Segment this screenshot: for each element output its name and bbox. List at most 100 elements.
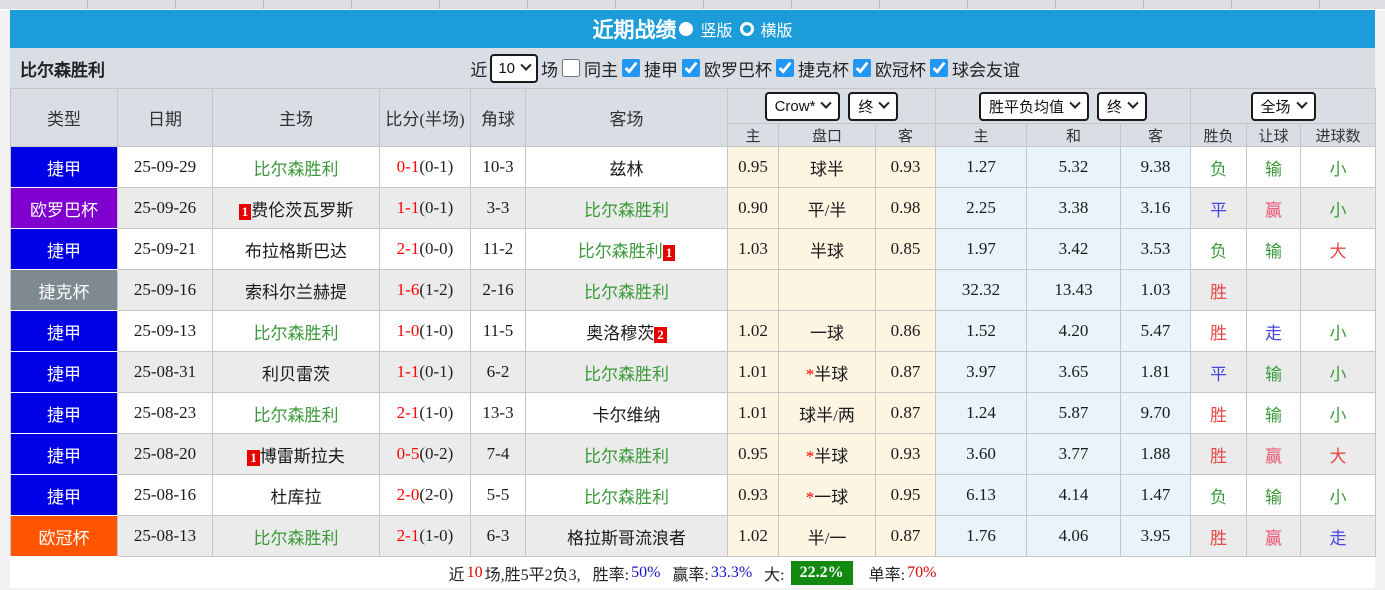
subheader-hcp-line: 盘口 (778, 123, 876, 147)
results-tbody: 捷甲 25-09-29 比尔森胜利 0-1(0-1) 10-3 兹林 0.95 … (10, 146, 1377, 557)
handicap-rate-label: 赢率: (672, 566, 709, 584)
league-type-badge[interactable]: 捷甲 (10, 228, 118, 270)
home-team-name[interactable]: 布拉格斯巴达 (245, 242, 347, 261)
league-type-badge[interactable]: 捷甲 (10, 310, 118, 352)
result-header-cell: 全场 (1189, 88, 1377, 124)
handicap-home-odds: 1.02 (727, 310, 779, 352)
home-team-cell: 布拉格斯巴达 (212, 228, 380, 270)
matches-label: 场 (541, 60, 558, 80)
league-label-champions: 欧冠杯 (875, 60, 926, 80)
handicap-rate-value: 33.3% (710, 563, 753, 581)
home-team-name[interactable]: 博雷斯拉夫 (260, 447, 345, 466)
result-wdl: 胜 (1190, 515, 1247, 557)
league-type-badge[interactable]: 欧罗巴杯 (10, 187, 118, 229)
handicap-away-odds: 0.86 (875, 310, 936, 352)
match-date: 25-08-20 (117, 433, 213, 475)
home-team-name[interactable]: 比尔森胜利 (254, 160, 339, 179)
result-goals: 小 (1299, 310, 1377, 352)
result-goals: 大 (1299, 228, 1377, 270)
home-team-name[interactable]: 利贝雷茨 (262, 365, 330, 384)
odds-home-win: 2.25 (935, 187, 1027, 229)
odds-draw: 4.14 (1026, 474, 1121, 516)
league-checkbox-friendly[interactable] (930, 59, 948, 77)
league-type-badge[interactable]: 捷甲 (10, 474, 118, 516)
league-type-badge[interactable]: 捷甲 (10, 392, 118, 434)
league-checkbox-czechcup[interactable] (776, 59, 794, 77)
col-header-home: 主场 (212, 88, 380, 147)
match-scope-value: 全场 (1260, 98, 1291, 116)
corner-count: 10-3 (470, 146, 526, 188)
filter-controls: 近 10 场 同主 捷甲 欧罗巴杯 捷克杯 欧冠杯 球会友谊 (470, 53, 1020, 83)
single-rate-label: 单率: (868, 566, 906, 584)
handicap-home-odds: 0.90 (727, 187, 779, 229)
fulltime-score: 2-1 (396, 239, 420, 258)
league-label-jiejia: 捷甲 (644, 60, 678, 80)
match-date: 25-09-26 (117, 187, 213, 229)
handicap-star: * (805, 487, 815, 507)
league-type-badge[interactable]: 欧冠杯 (10, 515, 118, 557)
table-row: 捷甲 25-08-31 利贝雷茨 1-1(0-1) 6-2 比尔森胜利 1.01… (10, 351, 1377, 393)
away-team-name[interactable]: 兹林 (610, 160, 644, 179)
odds-draw: 5.32 (1026, 146, 1121, 188)
home-team-name[interactable]: 比尔森胜利 (254, 529, 339, 548)
league-type-badge[interactable]: 捷甲 (10, 351, 118, 393)
halftime-score: (1-0) (419, 321, 454, 340)
home-team-name[interactable]: 索科尔兰赫提 (245, 283, 347, 302)
home-team-cell: 比尔森胜利 (212, 515, 380, 557)
table-row: 捷甲 25-08-16 杜库拉 2-0(2-0) 5-5 比尔森胜利 0.93 … (10, 474, 1377, 516)
league-checkbox-jiejia[interactable] (622, 59, 640, 77)
away-team-name[interactable]: 比尔森胜利 (584, 488, 669, 507)
result-wdl: 负 (1190, 474, 1247, 516)
big-rate-label: 大: (764, 566, 785, 584)
radio-selected-icon[interactable] (679, 22, 694, 36)
handicap-line-text: 一球 (814, 487, 849, 507)
away-team-cell: 格拉斯哥流浪者 (525, 515, 728, 557)
away-team-name[interactable]: 卡尔维纳 (593, 406, 661, 425)
away-team-name[interactable]: 比尔森胜利 (584, 447, 669, 466)
chevron-down-icon (878, 97, 891, 109)
odds-home-win: 6.13 (935, 474, 1027, 516)
away-team-name[interactable]: 格拉斯哥流浪者 (567, 529, 686, 548)
vertical-layout-label[interactable]: 竖版 (700, 17, 732, 41)
horizontal-layout-label[interactable]: 横版 (761, 17, 793, 41)
handicap-line: 平/半 (778, 187, 876, 229)
bookmaker-select[interactable]: Crow* (764, 91, 841, 121)
league-checkbox-champions[interactable] (853, 59, 871, 77)
results-table: 类型 日期 主场 比分(半场) 角球 客场 Crow* 终 胜平负均值 终 全场… (10, 88, 1377, 557)
handicap-time-select[interactable]: 终 (848, 91, 899, 121)
result-handicap: 输 (1246, 228, 1301, 270)
same-home-checkbox[interactable] (562, 59, 580, 77)
home-team-name[interactable]: 费伦茨瓦罗斯 (251, 201, 353, 220)
fulltime-score: 0-5 (396, 444, 420, 463)
win-rate-label: 胜率: (592, 566, 630, 584)
home-team-name[interactable]: 比尔森胜利 (254, 324, 339, 343)
home-team-name[interactable]: 比尔森胜利 (254, 406, 339, 425)
match-date: 25-09-16 (117, 269, 213, 311)
away-team-cell: 比尔森胜利 (525, 269, 728, 311)
match-scope-select[interactable]: 全场 (1250, 91, 1316, 121)
odds-type-select[interactable]: 胜平负均值 (978, 91, 1089, 121)
league-type-badge[interactable]: 捷甲 (10, 146, 118, 188)
recent-count-select[interactable]: 10 (490, 53, 538, 83)
radio-unselected-icon[interactable] (739, 22, 754, 36)
away-team-name[interactable]: 奥洛穆茨 (586, 324, 654, 343)
league-type-badge[interactable]: 捷甲 (10, 433, 118, 475)
halftime-score: (0-0) (419, 239, 454, 258)
result-wdl: 平 (1190, 187, 1247, 229)
league-type-badge[interactable]: 捷克杯 (10, 269, 118, 311)
handicap-line-text: 一球 (810, 323, 844, 343)
odds-time-select[interactable]: 终 (1097, 91, 1148, 121)
handicap-line: *半球 (778, 351, 876, 393)
away-team-name[interactable]: 比尔森胜利 (584, 201, 669, 220)
subheader-odds-away: 客 (1120, 123, 1191, 147)
away-team-name[interactable]: 比尔森胜利 (584, 283, 669, 302)
away-team-name[interactable]: 比尔森胜利 (584, 365, 669, 384)
home-team-name[interactable]: 杜库拉 (271, 488, 322, 507)
away-team-name[interactable]: 比尔森胜利 (578, 242, 663, 261)
corner-count: 7-4 (470, 433, 526, 475)
odds-away-win: 9.70 (1120, 392, 1191, 434)
league-checkbox-europa[interactable] (682, 59, 700, 77)
result-goals: 小 (1299, 351, 1377, 393)
result-wdl: 胜 (1190, 433, 1247, 475)
odds-home-win: 3.60 (935, 433, 1027, 475)
